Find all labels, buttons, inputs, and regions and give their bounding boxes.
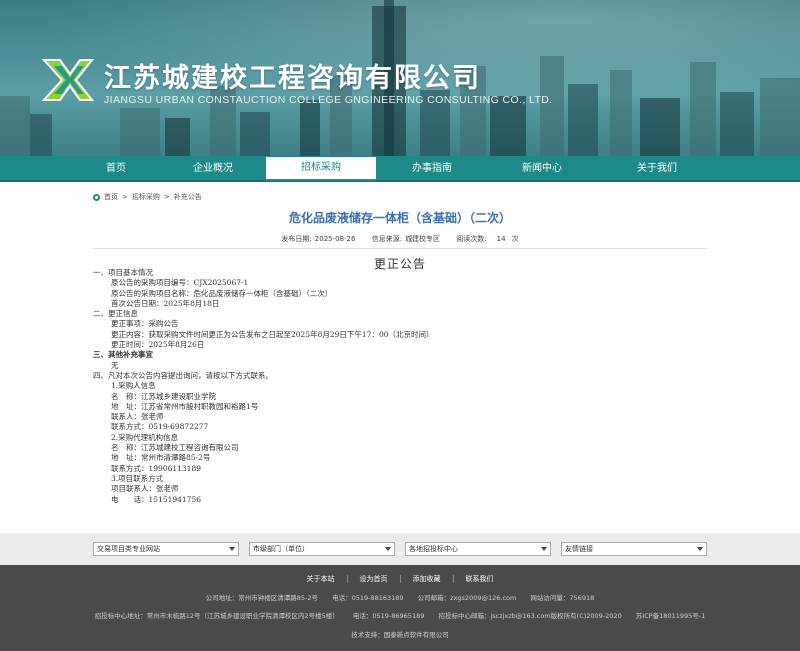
article-meta: 发布日期: 2025-08-26 信息来源: 城建校专区 阅读次数: 14 次 xyxy=(0,234,800,244)
center-phone: 电话：0519-86965189 xyxy=(352,612,425,620)
skyline-building xyxy=(165,118,190,156)
breadcrumb-current[interactable]: 补充公告 xyxy=(174,192,202,202)
body-line: 名 称：江苏城乡建设职业学院 xyxy=(111,391,216,401)
select-bidding-centers[interactable]: 各地招投标中心 xyxy=(405,542,551,556)
select-label: 市级部门（单位） xyxy=(253,545,309,553)
body-line: 名 称：江苏城建校工程咨询有限公司 xyxy=(111,443,239,453)
publish-date: 发布日期: 2025-08-26 xyxy=(281,235,355,243)
views: 阅读次数: 14 次 xyxy=(456,235,518,243)
article-body: 一、项目基本情况 原公告的采购项目编号：CJX2025067-1 原公告的采购项… xyxy=(93,268,707,505)
company-name-cn: 江苏城建校工程咨询有限公司 xyxy=(104,63,481,94)
publish-label: 发布日期: xyxy=(281,235,312,243)
section-heading: 四、凡对本次公告内容提出询问，请按以下方式联系。 xyxy=(93,370,273,380)
section-heading: 一、项目基本情况 xyxy=(93,268,153,277)
chevron-down-icon xyxy=(697,547,703,551)
nav-item-news[interactable]: 新闻中心 xyxy=(487,156,597,182)
select-friend-links[interactable]: 友情链接 xyxy=(561,542,707,556)
section-heading: 二、更正信息 xyxy=(93,309,138,319)
footer-link-bookmark[interactable]: 添加收藏 xyxy=(401,575,454,583)
skyline-building xyxy=(610,70,632,156)
header-banner: 江苏城建校工程咨询有限公司 JIANGSU URBAN CONSTAUCTION… xyxy=(0,0,800,156)
skyline-building xyxy=(0,96,30,156)
views-label: 阅读次数: xyxy=(456,235,487,243)
body-line: 地 址：常州市清潭路85-2号 xyxy=(111,453,211,463)
skyline-building xyxy=(30,114,52,156)
center-email-copyright: 招投标中心邮箱：jsczjxzb@163.com版权所有(C)2009-2020 xyxy=(438,612,622,620)
company-email: 公司邮箱：zxgs2009@126.com xyxy=(417,594,517,602)
skyline-building xyxy=(760,78,800,156)
source-value: 城建校专区 xyxy=(405,235,441,243)
body-line: 联系人：张老师 xyxy=(111,412,164,422)
source-label: 信息来源: xyxy=(371,235,403,243)
section-heading: 三、其他补充事宜 xyxy=(93,350,153,360)
source: 信息来源: 城建校专区 xyxy=(372,235,440,243)
body-line: 电 话：15151941756 xyxy=(111,494,201,504)
views-count: 14 xyxy=(496,235,506,243)
company-logo-icon xyxy=(41,59,95,101)
select-label: 各地招投标中心 xyxy=(409,545,458,553)
body-line: 联系方式：0519-69872277 xyxy=(111,422,209,432)
breadcrumb-separator: > xyxy=(122,193,128,201)
nav-item-about-company[interactable]: 企业概况 xyxy=(158,156,268,182)
footer-links: 关于本站 设为首页 添加收藏 联系我们 xyxy=(0,575,800,583)
footer-tech-support: 技术支持：国泰新点软件有限公司 xyxy=(351,631,449,639)
nav-item-about-us[interactable]: 关于我们 xyxy=(602,156,712,182)
body-line: 2.采购代理机构信息 xyxy=(111,432,179,442)
center-address: 招投标中心地址：常州市木梳路12号（江苏城乡建设职业学院清潭校区内2号楼5楼） xyxy=(94,612,339,620)
skyline-building xyxy=(640,98,680,156)
company-address: 公司地址：常州市钟楼区清潭路85-2号 xyxy=(205,594,319,602)
body-line: 更正内容：获取采购文件时间更正为公告发布之日起至2025年8月29日下午17：0… xyxy=(111,329,434,339)
skyline-building xyxy=(540,56,564,156)
links-bar: 交易项目类专业网站 市级部门（单位） 各地招投标中心 友情链接 xyxy=(0,533,800,565)
skyline-building xyxy=(720,92,754,156)
footer-link-contact[interactable]: 联系我们 xyxy=(454,575,506,583)
skyline-building xyxy=(300,100,320,156)
body-line: 项目联系人：张老师 xyxy=(111,484,179,494)
nav-item-home[interactable]: 首页 xyxy=(61,156,171,182)
chevron-down-icon xyxy=(385,547,391,551)
nav-item-procurement[interactable]: 招标采购 xyxy=(266,157,376,181)
body-line: 更正时间：2025年8月26日 xyxy=(111,340,205,350)
nav-item-guide[interactable]: 办事指南 xyxy=(377,156,487,182)
footer-center-info: 招投标中心地址：常州市木梳路12号（江苏城乡建设职业学院清潭校区内2号楼5楼） … xyxy=(0,610,800,620)
body-line: 地 址：江苏省常州市殷村职教园和裕路1号 xyxy=(111,401,259,411)
body-line: 原公告的采购项目名称：危化品废液储存一体柜（含基础）（二次） xyxy=(111,288,333,298)
select-label: 友情链接 xyxy=(565,545,593,553)
visit-count: 网站访问量：756918 xyxy=(530,594,595,602)
chevron-down-icon xyxy=(541,547,547,551)
company-name-en: JIANGSU URBAN CONSTAUCTION COLLEGE GNGIN… xyxy=(104,94,553,106)
breadcrumb: 首页 > 招标采购 > 补充公告 xyxy=(93,192,202,202)
company-phone: 电话：0519-88163189 xyxy=(332,594,404,602)
select-city-departments[interactable]: 市级部门（单位） xyxy=(249,542,395,556)
breadcrumb-home[interactable]: 首页 xyxy=(104,192,118,202)
footer: 关于本站 设为首页 添加收藏 联系我们 公司地址：常州市钟楼区清潭路85-2号 电话：… xyxy=(0,565,800,651)
footer-link-homepage[interactable]: 设为首页 xyxy=(348,575,401,583)
location-icon xyxy=(93,193,100,201)
breadcrumb-procurement[interactable]: 招标采购 xyxy=(132,192,160,202)
body-line: 无 xyxy=(111,360,119,370)
main-nav: 首页 企业概况 招标采购 办事指南 新闻中心 关于我们 xyxy=(0,156,800,182)
skyline-building xyxy=(568,84,598,156)
icp-number[interactable]: 苏ICP备18011995号-1 xyxy=(636,612,705,620)
select-label: 交易项目类专业网站 xyxy=(97,545,160,553)
views-unit: 次 xyxy=(511,235,519,243)
body-line: 1.采购人信息 xyxy=(111,381,156,391)
breadcrumb-separator: > xyxy=(163,193,170,201)
page-title: 危化品废液储存一体柜（含基础）（二次） xyxy=(288,211,511,225)
publish-value: 2025-08-26 xyxy=(314,235,356,243)
footer-link-about[interactable]: 关于本站 xyxy=(295,575,348,583)
body-line: 原公告的采购项目编号：CJX2025067-1 xyxy=(111,278,249,288)
skyline-building xyxy=(240,112,270,156)
body-line: 联系方式：19906113189 xyxy=(111,463,201,473)
chevron-down-icon xyxy=(229,547,235,551)
divider xyxy=(93,248,707,249)
skyline-building xyxy=(690,62,716,156)
body-line: 更正事项：采购公告 xyxy=(111,319,179,329)
body-line: 3.项目联系方式 xyxy=(111,473,164,483)
select-trade-sites[interactable]: 交易项目类专业网站 xyxy=(93,542,239,556)
skyline-building xyxy=(120,108,160,156)
footer-company-info: 公司地址：常州市钟楼区清潭路85-2号 电话：0519-88163189 公司邮… xyxy=(0,592,800,602)
body-line: 首次公告日期：2025年8月18日 xyxy=(111,298,220,308)
